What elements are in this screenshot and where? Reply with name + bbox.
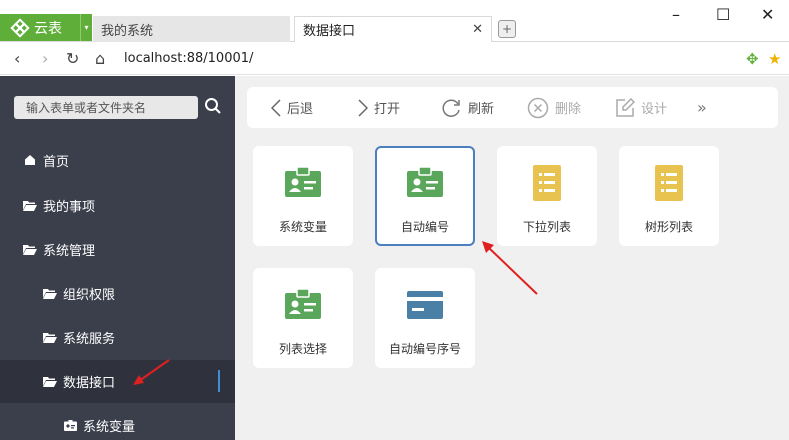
double-chevron-right-icon: » — [697, 98, 707, 117]
design-button[interactable]: 设计 — [615, 87, 667, 128]
delete-label: 删除 — [555, 102, 582, 117]
tile-label: 自动编号 — [400, 220, 449, 234]
delete-button[interactable]: 删除 — [527, 87, 581, 128]
id-card-icon — [285, 288, 321, 319]
maximize-icon[interactable]: ☐ — [716, 5, 730, 24]
annotation-arrow-icon — [482, 241, 538, 295]
list-doc-icon — [533, 165, 561, 201]
sidebar-item-label: 首页 — [43, 154, 70, 170]
tab-data-interface[interactable]: 数据接口 ✕ — [294, 16, 492, 42]
browser-tab-bar: 云表 ▾ 我的系统 数据接口 ✕ + – ☐ ✕ — [0, 0, 789, 42]
id-card-icon — [285, 166, 321, 197]
open-label: 打开 — [374, 102, 401, 117]
sidebar-item-label: 数据接口 — [63, 376, 116, 391]
folder-open-icon — [43, 376, 57, 388]
sidebar-item-system-variables[interactable]: 系统变量 — [0, 405, 235, 440]
search-icon[interactable] — [204, 97, 222, 115]
new-tab-button[interactable]: + — [498, 20, 516, 38]
sidebar-search-input[interactable]: 输入表单或者文件夹名 — [14, 96, 198, 119]
selection-indicator — [218, 370, 220, 392]
edit-icon — [616, 97, 635, 117]
refresh-label: 刷新 — [468, 102, 495, 117]
design-label: 设计 — [641, 102, 668, 117]
sidebar-item-org-permissions[interactable]: 组织权限 — [0, 273, 235, 313]
more-button[interactable]: » — [697, 87, 707, 128]
sidebar-item-label: 组织权限 — [63, 287, 116, 303]
tile-auto-numbering-sequence[interactable]: 自动编号序号 — [375, 268, 475, 368]
annotation-arrow-icon — [133, 359, 170, 385]
sidebar-item-system-services[interactable]: 系统服务 — [0, 317, 235, 357]
refresh-icon — [442, 99, 460, 117]
bookmark-star-icon[interactable]: ★ — [768, 50, 781, 68]
folder-open-icon — [43, 331, 57, 343]
chevron-left-icon — [271, 98, 281, 117]
brand-name: 云表 — [34, 20, 62, 37]
tile-label: 树形列表 — [644, 220, 693, 234]
url-field[interactable]: localhost:88/10001/ — [124, 51, 253, 66]
sidebar-item-label: 我的事项 — [43, 199, 96, 215]
folder-open-icon — [43, 287, 57, 299]
delete-icon — [527, 97, 549, 118]
tab-label: 我的系统 — [101, 23, 154, 39]
back-nav-icon[interactable]: ‹ — [14, 49, 20, 68]
card-icon — [407, 291, 443, 319]
close-tab-icon[interactable]: ✕ — [472, 22, 483, 37]
tile-label: 下拉列表 — [522, 220, 571, 234]
brand-menu-button[interactable]: 云表 ▾ — [0, 14, 92, 41]
back-label: 后退 — [287, 102, 314, 117]
minimize-icon[interactable]: – — [672, 5, 680, 24]
list-doc-icon — [655, 165, 683, 201]
extension-icon[interactable]: ✥ — [746, 50, 759, 68]
tab-label: 数据接口 — [303, 24, 356, 39]
chevron-right-icon — [358, 98, 368, 117]
folder-open-icon — [23, 199, 37, 211]
tile-label: 自动编号序号 — [388, 342, 461, 356]
tile-list-selection[interactable]: 列表选择 — [253, 268, 353, 368]
tile-label: 系统变量 — [278, 220, 327, 234]
brand-logo-icon — [10, 17, 30, 38]
back-button[interactable]: 后退 — [271, 87, 313, 128]
tile-label: 列表选择 — [278, 342, 327, 356]
tile-dropdown-list[interactable]: 下拉列表 — [497, 146, 597, 246]
search-placeholder: 输入表单或者文件夹名 — [26, 101, 147, 115]
sidebar-item-label: 系统服务 — [63, 331, 116, 347]
home-nav-icon[interactable]: ⌂ — [95, 49, 105, 68]
tile-tree-list[interactable]: 树形列表 — [619, 146, 719, 246]
tile-system-variables[interactable]: 系统变量 — [253, 146, 353, 246]
sidebar-item-system-admin[interactable]: 系统管理 — [0, 229, 235, 269]
open-button[interactable]: 打开 — [358, 87, 400, 128]
home-icon — [23, 154, 37, 166]
id-card-icon — [63, 419, 77, 431]
sidebar-item-label: 系统变量 — [83, 419, 136, 435]
sidebar: 输入表单或者文件夹名 首页 我的事项 系统管理 组织权限 系统服务 数据接口 系… — [0, 76, 235, 440]
sidebar-item-label: 系统管理 — [43, 243, 96, 259]
tab-my-system[interactable]: 我的系统 — [93, 16, 290, 42]
folder-open-icon — [23, 243, 37, 255]
sidebar-item-home[interactable]: 首页 — [0, 140, 235, 180]
chevron-down-icon[interactable]: ▾ — [80, 14, 92, 41]
sidebar-item-my-tasks[interactable]: 我的事项 — [0, 185, 235, 225]
toolbar: 后退 打开 刷新 删除 设计 » — [247, 87, 778, 128]
refresh-button[interactable]: 刷新 — [440, 87, 494, 128]
address-bar: ‹ › ↻ ⌂ localhost:88/10001/ ✥ ★ — [0, 43, 789, 75]
tile-auto-numbering[interactable]: 自动编号 — [375, 146, 475, 246]
window-close-icon[interactable]: ✕ — [761, 5, 774, 24]
forward-nav-icon[interactable]: › — [42, 49, 48, 68]
main-content: 后退 打开 刷新 删除 设计 » 系统变量 自动编号 下拉列表 树形列表 列表选… — [235, 76, 789, 440]
id-card-icon — [407, 166, 443, 197]
sidebar-item-data-interface[interactable]: 数据接口 — [0, 360, 235, 403]
reload-icon[interactable]: ↻ — [66, 49, 79, 68]
